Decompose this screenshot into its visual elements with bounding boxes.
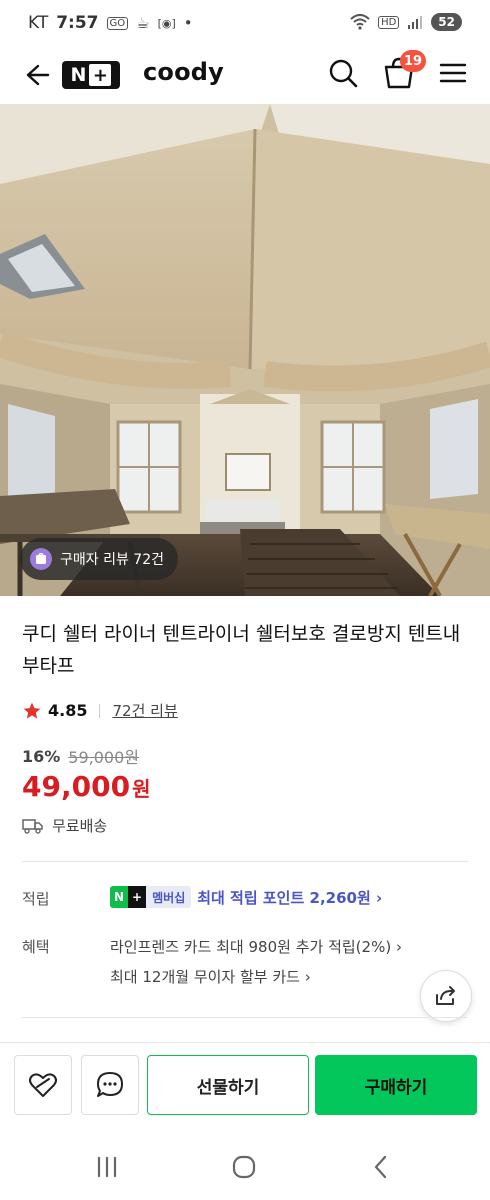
cup-notification-icon: ☕: [136, 14, 150, 32]
review-chip-label: 구매자 리뷰 72건: [60, 552, 164, 568]
scan-notification-icon: [◉]: [157, 16, 176, 30]
wifi-icon: [350, 14, 370, 30]
product-title: 쿠디 쉘터 라이너 텐트라이너 쉘터보호 결로방지 텐트내부타프: [22, 623, 461, 677]
wishlist-button[interactable]: [14, 1055, 72, 1115]
buy-now-button[interactable]: 구매하기: [315, 1055, 477, 1115]
card-points-benefit[interactable]: 라인프렌즈 카드 최대 980원 추가 적립(2%) ›: [110, 936, 402, 957]
review-count-link[interactable]: 72건 리뷰: [112, 700, 177, 721]
signal-icon: [408, 16, 423, 29]
more-notifications-dot: •: [183, 14, 193, 32]
battery-level: 52: [431, 13, 462, 31]
share-icon: [436, 986, 455, 1005]
max-points-text: 최대 적립 포인트 2,260원 ›: [197, 888, 383, 907]
sale-price-unit: 원: [132, 777, 151, 801]
back-icon[interactable]: [366, 1152, 396, 1182]
installment-benefit[interactable]: 최대 12개월 무이자 할부 카드 ›: [110, 966, 311, 987]
wish-heart-icon: [29, 1073, 57, 1097]
section-divider: [22, 861, 468, 862]
sale-price: 49,000 원: [22, 770, 150, 803]
points-row[interactable]: N + 멤버십 최대 적립 포인트 2,260원 ›: [110, 886, 382, 908]
review-badge-icon: [30, 548, 52, 570]
naver-plus-logo[interactable]: N+ N+: [62, 61, 120, 89]
section-divider: [22, 1017, 468, 1018]
hamburger-menu-icon[interactable]: [436, 56, 470, 90]
hd-voice-label: HD: [378, 15, 400, 29]
rating-separator: [99, 703, 101, 718]
gift-button[interactable]: 선물하기: [147, 1055, 309, 1115]
shipping-info: 무료배송: [22, 815, 107, 836]
chat-bubble-icon: [97, 1072, 123, 1097]
system-navigation-bar: [0, 1132, 490, 1200]
carrier-label: KT: [28, 13, 49, 33]
talk-inquiry-button[interactable]: [81, 1055, 139, 1115]
original-price: 59,000원: [68, 748, 140, 767]
star-icon: [23, 702, 41, 718]
back-arrow-icon[interactable]: [18, 58, 52, 92]
app-header: N+ N+ coody 19: [0, 48, 490, 104]
rating-score: 4.85: [48, 701, 88, 720]
app-notification-icon: GO: [106, 16, 129, 30]
discount-row: 16% 59,000원: [22, 744, 139, 768]
status-bar: KT 7:57 GO ☕ [◉] • HD 52: [0, 0, 490, 48]
product-image[interactable]: 구매자 리뷰 72건: [0, 104, 490, 596]
buyer-review-chip[interactable]: 구매자 리뷰 72건: [20, 538, 178, 580]
rating-row: 4.85 72건 리뷰: [22, 700, 178, 721]
points-label: 적립: [22, 890, 50, 908]
cart-count-badge: 19: [400, 50, 427, 72]
discount-percent: 16%: [22, 746, 61, 766]
purchase-action-bar: 선물하기 구매하기: [0, 1042, 490, 1132]
delivery-truck-icon: [22, 818, 43, 834]
store-name[interactable]: coody: [143, 58, 224, 86]
share-button[interactable]: [420, 970, 472, 1022]
shipping-label: 무료배송: [52, 817, 108, 835]
benefits-label: 혜택: [22, 938, 50, 956]
home-icon[interactable]: [229, 1152, 259, 1182]
sale-price-value: 49,000: [22, 770, 131, 803]
tent-interior-photo: [0, 104, 490, 596]
clock-time: 7:57: [56, 13, 99, 33]
search-icon[interactable]: [326, 56, 360, 90]
recent-apps-icon[interactable]: [92, 1152, 122, 1182]
naver-plus-membership-tag: N + 멤버십: [110, 886, 192, 908]
